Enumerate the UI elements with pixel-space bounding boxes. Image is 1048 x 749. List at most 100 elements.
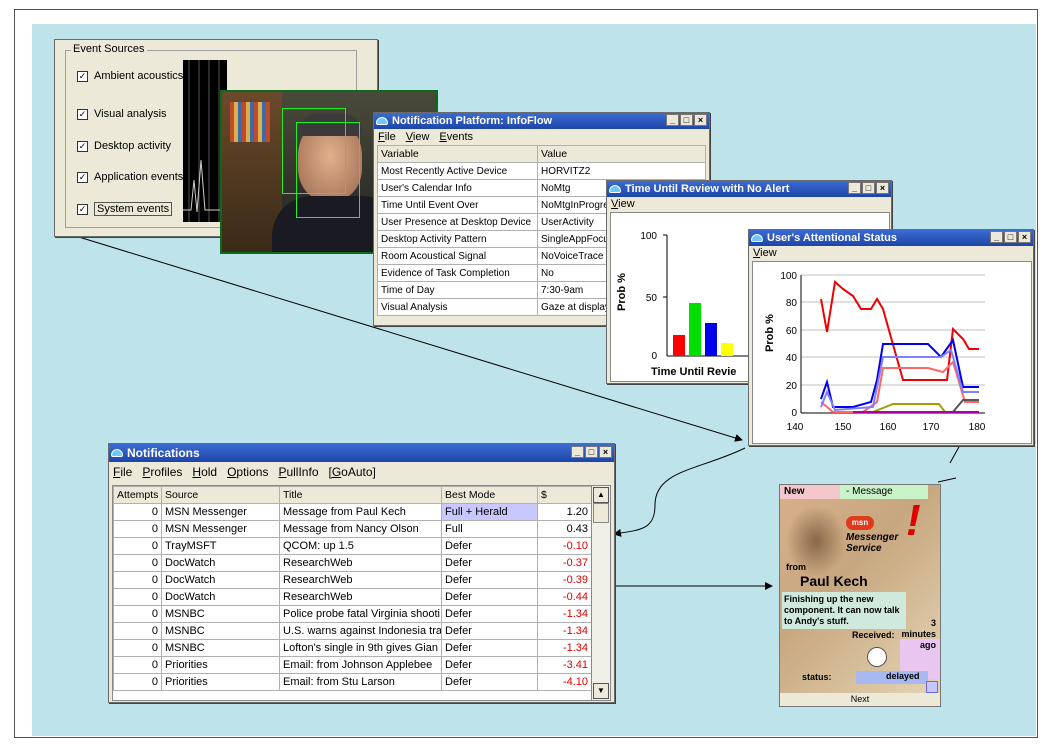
notification-row[interactable]: 0 Priorities Email: from Stu Larson Defer -4… [113,673,591,691]
scroll-up-icon[interactable]: ▲ [593,487,609,503]
review-bar [705,323,717,356]
minimize-icon[interactable]: _ [848,182,861,194]
xtick-label: 140 [787,422,804,433]
message-body: Finishing up the new component. It can n… [782,592,906,629]
title-cell: U.S. warns against Indonesia tra [279,622,442,640]
notification-row[interactable]: 0 MSNBC Lofton's single in 9th gives Gian D… [113,639,591,657]
review-bar [721,343,733,356]
notification-row[interactable]: 0 MSN Messenger Message from Paul Kech Full… [113,503,591,521]
maximize-icon[interactable]: □ [1004,231,1017,243]
attempts-cell: 0 [113,537,162,555]
next-button[interactable]: Next [780,693,940,706]
notification-row[interactable]: 0 MSN Messenger Message from Nancy Olson Fu… [113,520,591,538]
attempts-cell: 0 [113,656,162,674]
source-system-events[interactable]: ✓ System events [77,202,173,216]
menu-view[interactable]: View [753,247,777,259]
source-cell: DocWatch [161,571,280,589]
best-mode-cell: Full + Herald [441,503,538,521]
maximize-icon[interactable]: □ [585,446,598,458]
attempts-cell: 0 [113,554,162,572]
sender-name: Paul Kech [800,573,868,589]
column-header[interactable]: Value [537,145,706,163]
close-icon[interactable]: × [599,446,612,458]
status-indicator-icon [867,647,887,667]
face-tracking-box-2 [296,122,360,218]
notifications-menubar: File Profiles Hold Options PullInfo [GoA… [109,462,614,482]
ytick-label: 60 [786,326,798,337]
infoflow-menubar: File View Events [374,129,709,145]
source-cell: Priorities [161,656,280,674]
source-cell: TrayMSFT [161,537,280,555]
variable-cell: Visual Analysis [377,298,538,316]
close-icon[interactable]: × [876,182,889,194]
vertical-scrollbar[interactable]: ▲ ▼ [591,485,611,701]
expand-icon[interactable] [926,681,938,693]
variable-cell: Desktop Activity Pattern [377,230,538,248]
menu-options[interactable]: Options [227,465,268,479]
column-header[interactable]: $ [537,486,591,504]
attempts-cell: 0 [113,622,162,640]
variable-cell: Room Acoustical Signal [377,247,538,265]
ytick-label: 0 [651,351,657,362]
best-mode-cell: Defer [441,554,538,572]
infoflow-row[interactable]: Most Recently Active Device HORVITZ2 [377,162,706,180]
close-icon[interactable]: × [694,114,707,126]
maximize-icon[interactable]: □ [680,114,693,126]
best-mode-cell: Defer [441,639,538,657]
scroll-thumb[interactable] [593,503,609,523]
notification-row[interactable]: 0 MSNBC U.S. warns against Indonesia tra De… [113,622,591,640]
variable-cell: Most Recently Active Device [377,162,538,180]
series-line [820,348,979,412]
variable-cell: User Presence at Desktop Device [377,213,538,231]
source-application-events[interactable]: ✓ Application events [77,171,183,183]
menu-hold[interactable]: Hold [192,465,217,479]
notifications-table: Attempts Source Title Best Mode $ 0 MSN M… [113,486,591,691]
menu-events[interactable]: Events [439,131,473,143]
column-header[interactable]: Title [279,486,442,504]
review-ylabel: Prob % [616,273,628,311]
source-ambient-acoustics[interactable]: ✓ Ambient acoustics [77,70,183,82]
source-cell: MSN Messenger [161,520,280,538]
title-cell: Lofton's single in 9th gives Gian [279,639,442,657]
ytick-label: 40 [786,353,798,364]
attention-ylabel: Prob % [764,314,776,352]
minimize-icon[interactable]: _ [990,231,1003,243]
source-cell: Priorities [161,673,280,691]
scroll-down-icon[interactable]: ▼ [593,683,609,699]
notification-row[interactable]: 0 Priorities Email: from Johnson Applebee D… [113,656,591,674]
minimize-icon[interactable]: _ [571,446,584,458]
menu-file[interactable]: File [113,465,132,479]
checkbox-checked-icon: ✓ [77,109,88,120]
notification-row[interactable]: 0 MSNBC Police probe fatal Virginia shooti… [113,605,591,623]
review-bar [673,335,685,356]
maximize-icon[interactable]: □ [862,182,875,194]
menu-view[interactable]: View [406,131,430,143]
attempts-cell: 0 [113,588,162,606]
xtick-label: 150 [835,422,852,433]
source-desktop-activity[interactable]: ✓ Desktop activity [77,140,171,152]
column-header[interactable]: Variable [377,145,538,163]
value-cell: HORVITZ2 [537,162,706,180]
menu-pullinfo[interactable]: PullInfo [278,465,318,479]
menu-goauto[interactable]: [GoAuto] [329,465,376,479]
notification-row[interactable]: 0 DocWatch ResearchWeb Defer -0.39 [113,571,591,589]
app-icon [609,185,621,193]
messenger-alert[interactable]: New - Message msn Messenger Service ! fr… [779,484,941,707]
notification-row[interactable]: 0 TrayMSFT QCOM: up 1.5 Defer -0.10 [113,537,591,555]
menu-view[interactable]: View [611,198,635,210]
connector-tick-2 [949,444,961,464]
value-cell: -1.34 [537,605,591,623]
notification-row[interactable]: 0 DocWatch ResearchWeb Defer -0.44 [113,588,591,606]
status-label: status: [802,672,832,682]
menu-profiles[interactable]: Profiles [142,465,182,479]
column-header[interactable]: Source [161,486,280,504]
column-header[interactable]: Attempts [113,486,162,504]
attention-title: User's Attentional Status [767,232,897,244]
menu-file[interactable]: File [378,131,396,143]
column-header[interactable]: Best Mode [441,486,538,504]
notifications-table-viewport: Attempts Source Title Best Mode $ 0 MSN M… [112,485,592,701]
minimize-icon[interactable]: _ [666,114,679,126]
notification-row[interactable]: 0 DocWatch ResearchWeb Defer -0.37 [113,554,591,572]
close-icon[interactable]: × [1018,231,1031,243]
source-visual-analysis[interactable]: ✓ Visual analysis [77,108,167,120]
